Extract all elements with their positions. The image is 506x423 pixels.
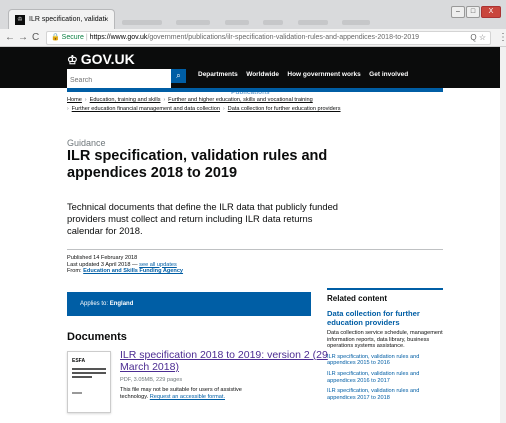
- thumb-footer-line: [72, 392, 83, 394]
- chevron-right-icon: ›: [67, 106, 69, 112]
- page-scrollbar[interactable]: [500, 47, 506, 423]
- gov-uk-favicon-icon: ♔: [15, 15, 25, 25]
- related-main-link[interactable]: Data collection for further education pr…: [327, 309, 445, 327]
- url-path: /government/publications/ilr-specificati…: [147, 34, 420, 41]
- url-input[interactable]: 🔒 Secure | https://www.gov.uk/government…: [46, 31, 491, 45]
- breadcrumb-home[interactable]: Home: [67, 97, 82, 103]
- documents-heading: Documents: [67, 331, 127, 343]
- content-type-label: Guidance: [67, 138, 106, 148]
- maximize-button[interactable]: □: [466, 6, 480, 18]
- reload-icon[interactable]: C: [32, 31, 39, 45]
- page-title: ILR specification, validation rules and …: [67, 148, 328, 181]
- breadcrumb-data-collection[interactable]: Data collection for further education pr…: [228, 106, 341, 112]
- breadcrumb-further-higher-education[interactable]: Further and higher education, skills and…: [168, 97, 313, 103]
- minimize-button[interactable]: –: [451, 6, 465, 18]
- header-blue-rule: [67, 88, 443, 92]
- search-box: [67, 69, 171, 88]
- related-link-2017[interactable]: ILR specification, validation rules and …: [327, 388, 445, 401]
- menu-icon[interactable]: ⋮: [498, 31, 506, 45]
- browser-tab[interactable]: ♔ ILR specification, validati ×: [8, 9, 115, 29]
- breadcrumb-fe-financial-management[interactable]: Further education financial management a…: [72, 106, 220, 112]
- nav-departments[interactable]: Departments: [198, 71, 238, 78]
- star-icon[interactable]: ☆: [479, 33, 486, 42]
- thumb-text-line: [72, 376, 93, 378]
- govuk-header: ♔GOV.UK ⌕ Departments Worldwide How gove…: [0, 47, 506, 96]
- esfa-logo: ESFA: [72, 358, 86, 364]
- search-icon[interactable]: Q: [470, 33, 476, 42]
- lock-icon: 🔒: [51, 34, 60, 41]
- chevron-right-icon: ›: [84, 97, 87, 103]
- applies-to-banner: Applies to: England: [67, 292, 311, 316]
- updated-date: Last updated 3 April 2018 —: [67, 261, 138, 268]
- nav-worldwide[interactable]: Worldwide: [246, 71, 279, 78]
- blurred-tab[interactable]: [263, 20, 284, 25]
- search-input[interactable]: [67, 73, 171, 88]
- page-content: ♔GOV.UK ⌕ Departments Worldwide How gove…: [0, 47, 506, 423]
- from-label: From:: [67, 268, 82, 274]
- breadcrumb: Home › Education, training and skills › Furt…: [67, 96, 447, 114]
- nav-how-government-works[interactable]: How government works: [287, 71, 360, 78]
- blurred-tab[interactable]: [297, 20, 328, 25]
- see-all-updates-link[interactable]: see all updates: [139, 262, 177, 268]
- related-link-2015[interactable]: ILR specification, validation rules and …: [327, 354, 445, 367]
- applies-to-value: England: [109, 301, 134, 307]
- url-separator: |: [85, 34, 88, 41]
- related-content-heading: Related content: [327, 294, 388, 303]
- document-thumbnail[interactable]: ESFA: [67, 351, 111, 413]
- blurred-tab[interactable]: [224, 20, 249, 25]
- accessibility-note: This file may not be suitable for users …: [120, 387, 270, 401]
- chevron-right-icon: ›: [163, 97, 166, 103]
- blurred-tabs: [122, 12, 422, 25]
- search-button[interactable]: ⌕: [171, 69, 186, 83]
- browser-tab-bar: ♔ ILR specification, validati × – □ X: [0, 0, 506, 29]
- nav-get-involved[interactable]: Get involved: [369, 71, 408, 78]
- secure-label: Secure: [61, 34, 84, 41]
- related-content-rule: [327, 288, 443, 290]
- related-main-description: Data collection service schedule, manage…: [327, 330, 443, 350]
- related-link-2016[interactable]: ILR specification, validation rules and …: [327, 371, 445, 384]
- close-window-button[interactable]: X: [481, 6, 501, 18]
- window-controls: – □ X: [450, 0, 501, 18]
- organisation-link[interactable]: Education and Skills Funding Agency: [83, 268, 183, 274]
- logo-text: GOV.UK: [80, 51, 135, 67]
- applies-to-label: Applies to:: [80, 301, 109, 307]
- tab-title: ILR specification, validati: [29, 16, 107, 23]
- thumb-text-line: [72, 368, 106, 370]
- blurred-tab[interactable]: [122, 20, 162, 25]
- back-icon[interactable]: ←: [5, 31, 15, 45]
- blurred-tab[interactable]: [176, 20, 211, 25]
- breadcrumb-education[interactable]: Education, training and skills: [90, 97, 161, 103]
- url-host: https://www.gov.uk: [89, 34, 148, 41]
- forward-icon[interactable]: →: [18, 31, 28, 45]
- omnibox-icons: Q ☆: [470, 32, 486, 44]
- page-summary: Technical documents that define the ILR …: [67, 201, 339, 236]
- divider: [67, 249, 443, 250]
- document-link[interactable]: ILR specification 2018 to 2019: version …: [120, 349, 335, 373]
- govuk-logo[interactable]: ♔ GOV.UK: [67, 51, 135, 68]
- request-accessible-format-link[interactable]: Request an accessible format.: [150, 394, 225, 400]
- document-file-info: PDF, 3.05MB, 229 pages: [120, 377, 183, 383]
- from-line: From: Education and Skills Funding Agenc…: [67, 268, 327, 275]
- top-navigation: Departments Worldwide How government wor…: [198, 63, 428, 99]
- chevron-right-icon: ›: [223, 106, 225, 112]
- address-bar: ← → C 🔒 Secure | https://www.gov.uk/gove…: [0, 29, 506, 47]
- crown-icon: ♔: [67, 53, 78, 67]
- related-content: Related content Data collection for furt…: [327, 294, 445, 405]
- tab-close-icon[interactable]: ×: [104, 10, 109, 29]
- blurred-tab[interactable]: [342, 20, 371, 25]
- thumb-text-line: [72, 372, 106, 374]
- publication-metadata: Published 14 February 2018 Last updated …: [67, 255, 327, 275]
